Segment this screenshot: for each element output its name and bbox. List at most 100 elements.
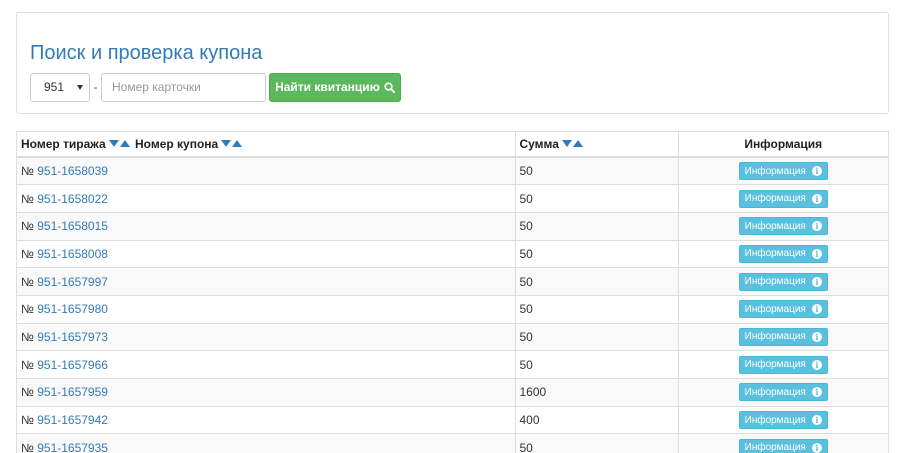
caret-down-icon: [77, 84, 83, 90]
search-panel: Поиск и проверка купона 951 - Найти квит…: [16, 12, 889, 114]
coupon-cell: № 951-1657980: [17, 294, 516, 324]
number-sign: №: [21, 246, 34, 261]
coupon-cell: № 951-1657997: [17, 267, 516, 296]
info-icon: i: [811, 359, 822, 370]
sort-asc-icon[interactable]: [572, 140, 583, 148]
info-button-label: Информация: [744, 359, 806, 371]
table-row: № 951-1657973 50 Информация i: [17, 322, 888, 351]
coupon-link[interactable]: 951-1658015: [37, 219, 108, 233]
info-button-label: Информация: [744, 303, 806, 315]
coupon-link[interactable]: 951-1657966: [37, 358, 108, 372]
sort-desc-icon[interactable]: [221, 140, 232, 148]
sum-cell: 50: [515, 267, 679, 296]
info-button[interactable]: Информация i: [738, 355, 828, 374]
info-button-label: Информация: [744, 165, 806, 177]
find-receipt-button[interactable]: Найти квитанцию: [269, 72, 401, 102]
info-icon: i: [811, 442, 822, 453]
number-sign: №: [21, 385, 34, 400]
header-sum-cell: Сумма: [515, 132, 679, 158]
sum-cell: 50: [515, 322, 679, 351]
sum-cell: 50: [515, 211, 679, 241]
info-icon: i: [811, 415, 822, 426]
info-button-label: Информация: [744, 386, 806, 398]
sort-asc-icon[interactable]: [119, 140, 130, 148]
info-button[interactable]: Информация i: [738, 162, 828, 181]
coupon-sort: [221, 140, 243, 148]
draw-sort: [108, 140, 130, 148]
info-cell: Информация i: [678, 433, 888, 453]
info-button[interactable]: Информация i: [738, 383, 828, 402]
info-button[interactable]: Информация i: [738, 272, 828, 291]
coupon-link[interactable]: 951-1658039: [37, 164, 108, 178]
sort-desc-icon[interactable]: [108, 140, 119, 148]
info-icon: i: [811, 166, 822, 177]
sum-cell: 50: [515, 350, 679, 379]
coupon-link[interactable]: 951-1657997: [37, 275, 108, 289]
table-row: № 951-1657980 50 Информация i: [17, 294, 888, 324]
header-info: Информация: [678, 132, 888, 158]
coupon-link[interactable]: 951-1657959: [37, 385, 108, 399]
info-button[interactable]: Информация i: [738, 300, 828, 319]
table-body: № 951-1658039 50 Информация i № 951-1658022 5…: [17, 157, 888, 453]
info-button-label: Информация: [744, 276, 806, 288]
sum-cell: 1600: [515, 378, 679, 407]
sort-asc-icon[interactable]: [232, 140, 243, 148]
card-number-input[interactable]: [101, 72, 266, 102]
info-button-label: Информация: [744, 248, 806, 260]
search-form: 951 - Найти квитанцию: [30, 72, 401, 102]
info-button-label: Информация: [744, 331, 806, 343]
table-row: № 951-1658039 50 Информация i: [17, 157, 888, 185]
sort-desc-icon[interactable]: [561, 140, 572, 148]
info-button[interactable]: Информация i: [738, 411, 828, 430]
table-row: № 951-1657966 50 Информация i: [17, 350, 888, 379]
header-draw-coupon: Номер тиража Номер купона: [17, 132, 516, 158]
header-sum: Сумма: [519, 137, 559, 151]
info-button[interactable]: Информация i: [738, 327, 828, 346]
header-draw: Номер тиража: [21, 137, 106, 151]
find-receipt-label: Найти квитанцию: [275, 80, 380, 94]
coupon-cell: № 951-1658008: [17, 239, 516, 268]
coupon-cell: № 951-1657973: [17, 322, 516, 351]
results-table-container: Номер тиража Номер купона Сумма Информац…: [16, 131, 889, 453]
coupon-link[interactable]: 951-1658008: [37, 247, 108, 261]
info-cell: Информация i: [678, 378, 888, 407]
number-sign: №: [21, 274, 34, 289]
coupon-link[interactable]: 951-1658022: [37, 192, 108, 206]
table-row: № 951-1658015 50 Информация i: [17, 211, 888, 241]
table-row: № 951-1657997 50 Информация i: [17, 267, 888, 296]
coupon-link[interactable]: 951-1657935: [37, 441, 108, 453]
info-cell: Информация i: [678, 184, 888, 213]
number-sign: №: [21, 329, 34, 344]
coupon-link[interactable]: 951-1657942: [37, 413, 108, 427]
sum-sort: [561, 140, 583, 148]
info-icon: i: [811, 221, 822, 232]
info-icon: i: [811, 387, 822, 398]
number-sign: №: [21, 413, 34, 428]
coupon-link[interactable]: 951-1657973: [37, 330, 108, 344]
sum-cell: 50: [515, 294, 679, 324]
info-cell: Информация i: [678, 211, 888, 241]
info-icon: i: [811, 304, 822, 315]
number-sign: №: [21, 440, 34, 453]
coupon-cell: № 951-1657959: [17, 378, 516, 407]
sum-cell: 50: [515, 239, 679, 268]
sum-cell: 50: [515, 184, 679, 213]
info-button[interactable]: Информация i: [738, 189, 828, 208]
sum-cell: 50: [515, 433, 679, 453]
info-button[interactable]: Информация i: [738, 438, 828, 453]
info-button-label: Информация: [744, 442, 806, 453]
sum-cell: 400: [515, 405, 679, 434]
info-cell: Информация i: [678, 405, 888, 434]
info-button-label: Информация: [744, 414, 806, 426]
info-cell: Информация i: [678, 239, 888, 268]
coupon-link[interactable]: 951-1657980: [37, 302, 108, 316]
coupon-cell: № 951-1657966: [17, 350, 516, 379]
series-select[interactable]: 951: [30, 72, 90, 102]
table-row: № 951-1657959 1600 Информация i: [17, 378, 888, 407]
info-button[interactable]: Информация i: [738, 244, 828, 263]
info-cell: Информация i: [678, 267, 888, 296]
series-select-value: 951: [44, 80, 65, 94]
number-sign: №: [21, 191, 34, 206]
info-icon: i: [811, 248, 822, 259]
info-button[interactable]: Информация i: [738, 217, 828, 236]
